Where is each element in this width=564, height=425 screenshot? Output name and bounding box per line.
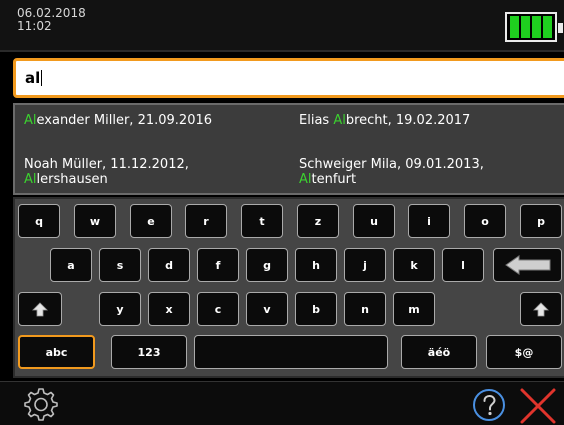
- key-label: k: [410, 258, 418, 272]
- time-label: 11:02: [17, 19, 52, 33]
- key-label: c: [214, 302, 222, 316]
- key-r[interactable]: r: [185, 204, 227, 238]
- accents-mode-key[interactable]: äéö: [401, 335, 477, 369]
- key-label: f: [215, 258, 221, 272]
- backspace-key[interactable]: [493, 248, 562, 282]
- gear-icon[interactable]: [24, 387, 58, 421]
- shift-key-left[interactable]: [18, 292, 62, 326]
- key-z[interactable]: z: [297, 204, 339, 238]
- key-label: p: [537, 214, 545, 228]
- key-q[interactable]: q: [18, 204, 60, 238]
- key-label: abc: [45, 345, 68, 359]
- suggestion-match: Al: [24, 172, 37, 187]
- key-label: e: [147, 214, 155, 228]
- key-s[interactable]: s: [99, 248, 141, 282]
- on-screen-keyboard: q w e r t z u i o p a s d f g h j k l y …: [13, 197, 564, 378]
- suggestion-item[interactable]: Elias Albrecht, 19.02.2017: [299, 113, 470, 128]
- search-input[interactable]: al: [13, 58, 564, 98]
- key-g[interactable]: g: [246, 248, 288, 282]
- suggestion-text: lershausen: [36, 172, 108, 187]
- key-label: a: [67, 258, 75, 272]
- suggestion-text: tenfurt: [311, 172, 357, 187]
- suggestion-list: Alexander Miller, 21.09.2016 Elias Albre…: [13, 103, 564, 195]
- suggestion-text: Noah Müller, 11.12.2012,: [24, 157, 189, 172]
- backspace-arrow-icon: [504, 255, 550, 275]
- search-input-value: al: [25, 69, 41, 87]
- key-label: 123: [137, 345, 161, 359]
- key-label: u: [370, 214, 378, 228]
- key-label: s: [116, 258, 124, 272]
- suggestion-item[interactable]: Schweiger Mila, 09.01.2013, Altenfurt: [299, 157, 484, 187]
- suggestion-text: Schweiger Mila, 09.01.2013,: [299, 157, 484, 172]
- key-a[interactable]: a: [50, 248, 92, 282]
- key-x[interactable]: x: [148, 292, 190, 326]
- key-i[interactable]: i: [408, 204, 450, 238]
- key-f[interactable]: f: [197, 248, 239, 282]
- key-p[interactable]: p: [520, 204, 562, 238]
- key-w[interactable]: w: [74, 204, 116, 238]
- key-m[interactable]: m: [393, 292, 435, 326]
- key-label: v: [263, 302, 271, 316]
- datetime: 06.02.2018 11:02: [17, 7, 86, 33]
- key-u[interactable]: u: [353, 204, 395, 238]
- key-v[interactable]: v: [246, 292, 288, 326]
- abc-mode-key[interactable]: abc: [18, 335, 95, 369]
- key-label: j: [363, 258, 367, 272]
- key-e[interactable]: e: [130, 204, 172, 238]
- key-label: b: [312, 302, 320, 316]
- close-icon[interactable]: [519, 387, 557, 425]
- space-key[interactable]: [194, 335, 388, 369]
- key-label: m: [408, 302, 420, 316]
- key-label: t: [259, 214, 265, 228]
- suggestion-match: Al: [24, 113, 37, 128]
- symbols-mode-key[interactable]: $@: [486, 335, 562, 369]
- key-n[interactable]: n: [344, 292, 386, 326]
- help-icon[interactable]: [472, 388, 506, 422]
- shift-arrow-icon: [533, 301, 549, 316]
- suggestion-text: exander Miller, 21.09.2016: [36, 113, 213, 128]
- suggestion-match: Al: [333, 113, 346, 128]
- suggestion-item[interactable]: Alexander Miller, 21.09.2016: [24, 113, 212, 128]
- key-label: n: [361, 302, 369, 316]
- key-label: y: [116, 302, 124, 316]
- key-label: w: [89, 214, 101, 228]
- suggestion-item[interactable]: Noah Müller, 11.12.2012, Allershausen: [24, 157, 189, 187]
- key-y[interactable]: y: [99, 292, 141, 326]
- key-k[interactable]: k: [393, 248, 435, 282]
- text-caret: [41, 70, 43, 86]
- suggestion-match: Al: [299, 172, 312, 187]
- key-label: x: [165, 302, 173, 316]
- status-bar: 06.02.2018 11:02: [0, 0, 564, 52]
- key-h[interactable]: h: [295, 248, 337, 282]
- shift-key-right[interactable]: [520, 292, 562, 326]
- numbers-mode-key[interactable]: 123: [111, 335, 187, 369]
- bottom-toolbar: [0, 381, 564, 425]
- key-label: äéö: [427, 345, 451, 359]
- key-label: o: [481, 214, 489, 228]
- key-label: h: [312, 258, 320, 272]
- key-label: l: [461, 258, 465, 272]
- key-t[interactable]: t: [241, 204, 283, 238]
- suggestion-text: brecht, 19.02.2017: [345, 113, 471, 128]
- key-label: i: [427, 214, 431, 228]
- key-label: z: [314, 214, 322, 228]
- key-label: d: [165, 258, 173, 272]
- key-c[interactable]: c: [197, 292, 239, 326]
- key-l[interactable]: l: [442, 248, 484, 282]
- key-b[interactable]: b: [295, 292, 337, 326]
- battery-full-icon: [505, 12, 563, 42]
- key-label: $@: [514, 345, 534, 359]
- key-label: q: [35, 214, 43, 228]
- key-label: g: [263, 258, 271, 272]
- suggestion-text: Elias: [299, 113, 334, 128]
- key-d[interactable]: d: [148, 248, 190, 282]
- key-o[interactable]: o: [464, 204, 506, 238]
- shift-arrow-icon: [32, 301, 48, 316]
- key-label: r: [203, 214, 209, 228]
- key-j[interactable]: j: [344, 248, 386, 282]
